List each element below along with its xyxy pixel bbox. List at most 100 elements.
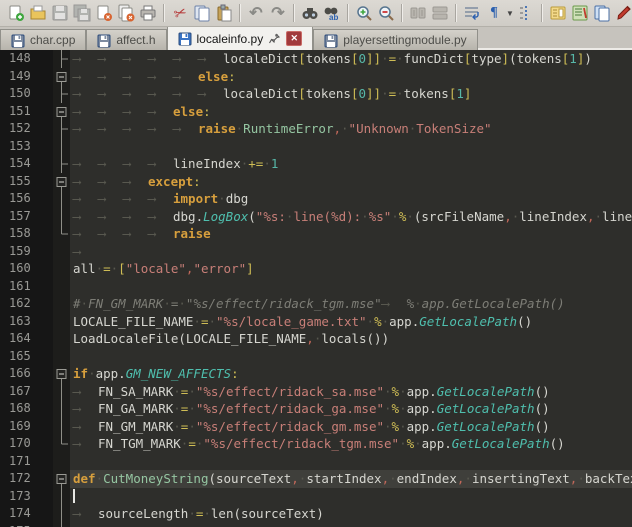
code-text[interactable]: ⟶FN_TGM_MARK·=·"%s/effect/ridack_tgm.mse… [70, 435, 632, 453]
show-all-characters-icon[interactable]: ¶ [483, 2, 505, 24]
line-number: 161 [0, 278, 53, 296]
code-line-169: 169⟶FN_GM_MARK·=·"%s/effect/ridack_gm.ms… [0, 418, 632, 436]
saved-file-icon [178, 32, 192, 45]
fold-marker-icon[interactable] [53, 173, 70, 191]
code-text[interactable] [70, 278, 632, 296]
code-text[interactable]: ⟶⟶⟶⟶⟶raise·RuntimeError,·"Unknown·TokenS… [70, 120, 632, 138]
tab-char-cpp[interactable]: char.cpp [0, 29, 86, 50]
undo-icon[interactable]: ↶ [245, 2, 267, 24]
fold-margin [53, 138, 70, 156]
code-line-155: 155⟶⟶⟶except: [0, 173, 632, 191]
paste-icon[interactable] [213, 2, 235, 24]
line-number: 150 [0, 85, 53, 103]
code-text[interactable]: if·app.GM_NEW_AFFECTS: [70, 365, 632, 383]
line-number: 163 [0, 313, 53, 331]
code-text[interactable]: ⟶⟶⟶except: [70, 173, 632, 191]
code-text[interactable]: ⟶FN_GA_MARK·=·"%s/effect/ridack_ga.mse"·… [70, 400, 632, 418]
code-text[interactable]: ⟶FN_GM_MARK·=·"%s/effect/ridack_gm.mse"·… [70, 418, 632, 436]
line-number: 165 [0, 348, 53, 366]
fold-marker-icon[interactable] [53, 103, 70, 121]
code-text[interactable]: ⟶⟶⟶⟶⟶⟶localeDict[tokens[0]]·=·tokens[1] [70, 85, 632, 103]
zoom-in-icon[interactable] [353, 2, 375, 24]
code-text[interactable]: ⟶⟶⟶⟶else: [70, 103, 632, 121]
fold-margin [53, 348, 70, 366]
code-text[interactable]: ⟶⟶⟶⟶⟶else: [70, 68, 632, 86]
word-wrap-icon[interactable] [461, 2, 483, 24]
line-number: 174 [0, 505, 53, 523]
sync-vertical-scroll-icon[interactable] [407, 2, 429, 24]
code-line-158: 158 ⟶⟶⟶⟶raise [0, 225, 632, 243]
line-number: 159 [0, 243, 53, 261]
pin-icon[interactable] [268, 32, 281, 45]
zoom-out-icon[interactable] [375, 2, 397, 24]
code-line-161: 161 [0, 278, 632, 296]
tab-affect-h[interactable]: affect.h [86, 29, 166, 50]
sync-horizontal-scroll-icon[interactable] [429, 2, 451, 24]
code-text[interactable] [70, 453, 632, 471]
code-text[interactable]: LoadLocaleFile(LOCALE_FILE_NAME,·locals(… [70, 330, 632, 348]
code-text[interactable]: all·=·["locale","error"] [70, 260, 632, 278]
code-text[interactable] [70, 523, 632, 527]
code-text[interactable]: ⟶⟶⟶⟶import·dbg [70, 190, 632, 208]
fold-margin [53, 225, 70, 243]
line-number: 148 [0, 50, 53, 68]
find-icon[interactable] [299, 2, 321, 24]
toolbar-separator [293, 4, 295, 22]
cut-icon[interactable]: ✂ [169, 2, 191, 24]
code-text[interactable]: ⟶⟶⟶⟶raise [70, 225, 632, 243]
redo-icon[interactable]: ↷ [267, 2, 289, 24]
fold-margin [53, 295, 70, 313]
fold-marker-icon[interactable] [53, 365, 70, 383]
code-text[interactable]: ⟶FN_SA_MARK·=·"%s/effect/ridack_sa.mse"·… [70, 383, 632, 401]
open-folder-icon[interactable] [27, 2, 49, 24]
fold-margin [53, 120, 70, 138]
code-text[interactable]: ⟶⟶⟶⟶⟶⟶localeDict[tokens[0]]·=·funcDict[t… [70, 50, 632, 68]
code-text[interactable]: #·FN_GM_MARK·=·"%s/effect/ridack_tgm.mse… [70, 295, 632, 313]
code-text[interactable]: ⟶⟶⟶⟶dbg.LogBox("%s:·line(%d):·%s"·%·(src… [70, 208, 632, 226]
code-text[interactable]: def·CutMoneyString(sourceText,·startInde… [70, 470, 632, 488]
code-text[interactable] [70, 348, 632, 366]
tab-playersettingmodule-py[interactable]: playersettingmodule.py [313, 29, 477, 50]
save-all-icon[interactable] [71, 2, 93, 24]
tab-localeinfo-py[interactable]: localeinfo.py✕ [167, 27, 314, 50]
print-icon[interactable] [137, 2, 159, 24]
toolbar-separator [163, 4, 165, 22]
fold-marker-icon[interactable] [53, 470, 70, 488]
doc-switcher-icon[interactable] [591, 2, 613, 24]
tab-label: affect.h [116, 33, 155, 47]
line-number: 175 [0, 523, 53, 527]
fold-margin [53, 505, 70, 523]
fold-margin [53, 260, 70, 278]
close-file-icon[interactable] [93, 2, 115, 24]
code-text[interactable]: LOCALE_FILE_NAME·=·"%s/locale_game.txt"·… [70, 313, 632, 331]
fold-margin [53, 330, 70, 348]
line-number: 164 [0, 330, 53, 348]
code-text[interactable]: ⟶sourceLength·=·len(sourceText) [70, 505, 632, 523]
copy-icon[interactable] [191, 2, 213, 24]
line-number: 171 [0, 453, 53, 471]
close-all-icon[interactable] [115, 2, 137, 24]
text-caret [73, 489, 75, 503]
fold-marker-icon[interactable] [53, 68, 70, 86]
saved-file-icon [11, 34, 25, 47]
code-text[interactable] [70, 488, 632, 506]
indent-guide-icon[interactable] [515, 2, 537, 24]
code-editor[interactable]: 148 ⟶⟶⟶⟶⟶⟶localeDict[tokens[0]]·=·funcDic… [0, 50, 632, 527]
replace-icon[interactable]: ab [321, 2, 343, 24]
code-line-167: 167⟶FN_SA_MARK·=·"%s/effect/ridack_sa.ms… [0, 383, 632, 401]
code-text[interactable] [70, 138, 632, 156]
doc-map-icon[interactable] [547, 2, 569, 24]
code-text[interactable]: ⟶⟶⟶⟶lineIndex·+=·1 [70, 155, 632, 173]
code-line-154: 154⟶⟶⟶⟶lineIndex·+=·1 [0, 155, 632, 173]
code-line-166: 166if·app.GM_NEW_AFFECTS: [0, 365, 632, 383]
show-all-characters-dropdown-icon[interactable]: ▼ [505, 9, 515, 18]
close-tab-icon[interactable]: ✕ [286, 31, 302, 46]
fold-margin [53, 208, 70, 226]
code-text[interactable]: ⟶ [70, 243, 632, 261]
new-file-icon[interactable] [5, 2, 27, 24]
macro-record-icon[interactable] [613, 2, 632, 24]
notepad-plus-plus-window: ✂ ↶↷ ab ¶▼ char.cpp affect.h localeinfo.py✕pl… [0, 0, 632, 527]
line-number: 158 [0, 225, 53, 243]
save-icon[interactable] [49, 2, 71, 24]
function-list-icon[interactable] [569, 2, 591, 24]
